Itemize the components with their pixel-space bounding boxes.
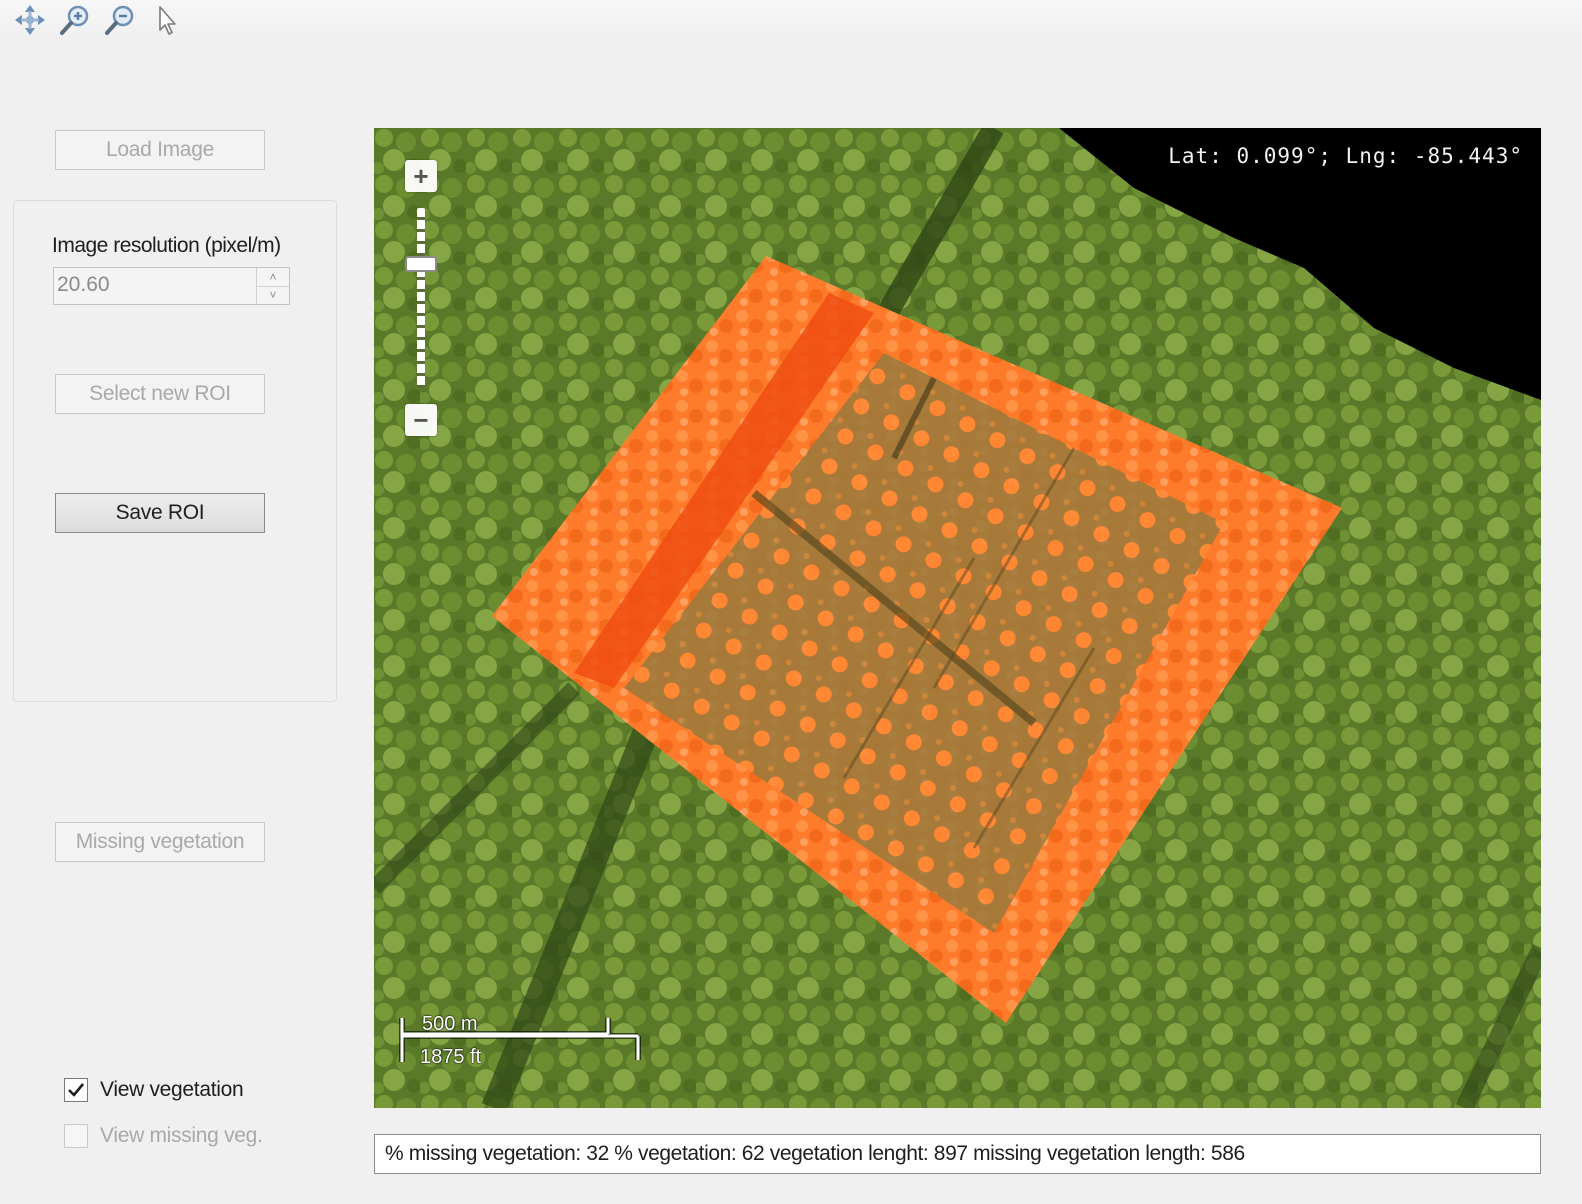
resolution-spinbox[interactable]: 20.60 ˄ ˅ xyxy=(53,267,290,305)
view-vegetation-checkbox[interactable]: View vegetation xyxy=(64,1076,244,1104)
pointer-tool-button[interactable] xyxy=(146,2,186,42)
zoom-out-tool-button[interactable] xyxy=(100,2,140,42)
aerial-image xyxy=(374,128,1541,1108)
load-image-button[interactable]: Load Image xyxy=(55,130,265,170)
pan-tool-button[interactable] xyxy=(10,2,50,42)
zoom-in-icon xyxy=(58,3,92,42)
view-missing-label: View missing veg. xyxy=(100,1124,263,1147)
coordinates-readout: Lat: 0.099°; Lng: -85.443° xyxy=(1168,144,1523,168)
view-vegetation-box[interactable] xyxy=(64,1078,88,1102)
map-zoom-in-button[interactable]: + xyxy=(405,160,437,192)
resolution-value: 20.60 xyxy=(57,273,110,296)
spin-arrows: ˄ ˅ xyxy=(256,268,289,304)
status-text-box: % missing vegetation: 32 % vegetation: 6… xyxy=(374,1134,1541,1174)
pan-icon xyxy=(13,3,47,42)
view-vegetation-label: View vegetation xyxy=(100,1078,244,1101)
zoom-slider-track[interactable] xyxy=(417,208,425,388)
map-zoom-out-button[interactable]: − xyxy=(405,404,437,436)
spin-up-button[interactable]: ˄ xyxy=(257,268,289,287)
save-roi-button[interactable]: Save ROI xyxy=(55,493,265,533)
spin-down-button[interactable]: ˅ xyxy=(257,286,289,304)
zoom-out-icon xyxy=(103,3,137,42)
zoom-in-tool-button[interactable] xyxy=(55,2,95,42)
scale-feet-label: 1875 ft xyxy=(420,1046,482,1068)
view-missing-box[interactable] xyxy=(64,1124,88,1148)
missing-vegetation-button[interactable]: Missing vegetation xyxy=(55,822,265,862)
select-roi-button[interactable]: Select new ROI xyxy=(55,374,265,414)
pointer-icon xyxy=(149,3,183,42)
zoom-slider-thumb[interactable] xyxy=(405,256,437,272)
checkmark-icon xyxy=(68,1083,85,1097)
toolbar xyxy=(0,0,1582,44)
map-view[interactable]: Lat: 0.099°; Lng: -85.443° + − 500 m 187… xyxy=(374,128,1541,1108)
scale-meters-label: 500 m xyxy=(422,1013,478,1035)
app-window: Load Image Image resolution (pixel/m) 20… xyxy=(0,0,1582,1204)
resolution-label: Image resolution (pixel/m) xyxy=(52,234,281,257)
view-missing-checkbox[interactable]: View missing veg. xyxy=(64,1122,263,1150)
